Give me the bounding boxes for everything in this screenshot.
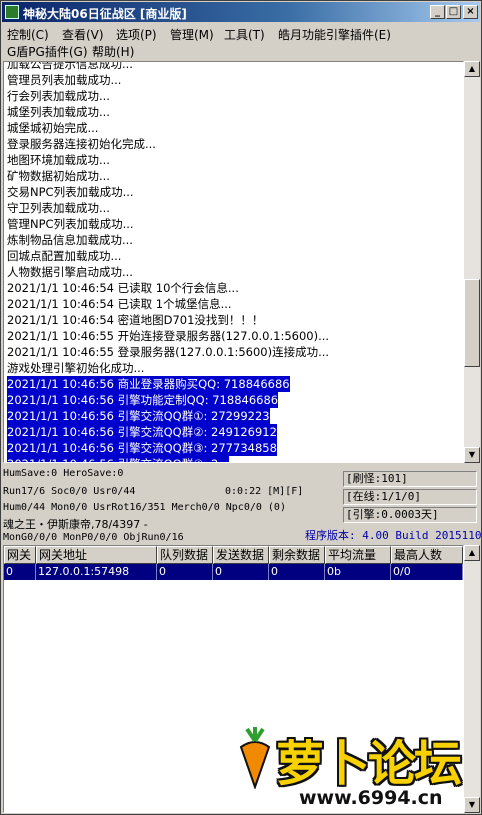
table-cell[interactable]: 0: [213, 564, 269, 580]
header-avg-traffic[interactable]: 平均流量: [325, 546, 391, 564]
log-line[interactable]: 城堡城初始完成...: [7, 120, 98, 136]
header-sent[interactable]: 发送数据: [213, 546, 269, 564]
scroll-down-icon[interactable]: ▼: [464, 447, 480, 463]
log-line[interactable]: 登录服务器连接初始化完成...: [7, 136, 156, 152]
table-cell[interactable]: 0: [269, 564, 325, 580]
log-line[interactable]: 2021/1/1 10:46:55 登录服务器(127.0.0.1:5600)连…: [7, 344, 329, 360]
menu-tools[interactable]: 工具(T): [224, 26, 265, 43]
status-panel: HumSave:0 HeroSave:0 Run17/6 Soc0/0 Usr0…: [3, 466, 482, 544]
log-line[interactable]: 加载公告提示信息成功...: [7, 62, 133, 72]
header-queue[interactable]: 队列数据: [157, 546, 213, 564]
window-title: 神秘大陆06日征战区 [商业版]: [23, 7, 187, 21]
minimize-button[interactable]: _: [430, 5, 445, 19]
menu-manage[interactable]: 管理(M): [170, 26, 214, 43]
log-line[interactable]: 2021/1/1 10:46:56 引擎功能定制QQ: 718846686: [7, 392, 279, 408]
log-line[interactable]: 行会列表加载成功...: [7, 88, 110, 104]
watermark-url: www.6994.cn: [299, 787, 443, 809]
status-time: 0:0:22 [M][F]: [225, 486, 304, 497]
menu-view[interactable]: 查看(V): [62, 26, 104, 43]
log-line[interactable]: 炼制物品信息加载成功...: [7, 232, 133, 248]
refresh-box: [刷怪:101]: [343, 471, 477, 487]
log-panel[interactable]: 加载公告提示信息成功... 管理员列表加载成功... 行会列表加载成功... 城堡列表…: [3, 61, 464, 463]
engine-box: [引擎:0.0003天]: [343, 507, 477, 523]
status-run: Run17/6 Soc0/0 Usr0/44: [3, 486, 136, 497]
scroll-up-icon[interactable]: ▲: [464, 545, 480, 561]
log-line[interactable]: 2021/1/1 10:46:56 商业登录器购买QQ: 718846686: [7, 376, 290, 392]
log-line[interactable]: 人物数据引擎启动成功...: [7, 264, 133, 280]
close-button[interactable]: ×: [463, 5, 478, 19]
menu-control[interactable]: 控制(C): [7, 26, 49, 43]
log-line[interactable]: 矿物数据初始成功...: [7, 168, 110, 184]
log-line[interactable]: 2021/1/1 10:46:56 引擎交流QQ群②: 249126912: [7, 424, 277, 440]
menu-gshield-plugin[interactable]: G盾PG插件(G): [7, 43, 88, 60]
log-line[interactable]: 城堡列表加载成功...: [7, 104, 110, 120]
status-save: HumSave:0 HeroSave:0: [3, 468, 124, 479]
header-gateway[interactable]: 网关: [4, 546, 36, 564]
online-box: [在线:1/1/0]: [343, 489, 477, 505]
status-mon: MonG0/0/0 MonP0/0/0 ObjRun0/16: [3, 532, 184, 543]
menu-help[interactable]: 帮助(H): [92, 43, 134, 60]
header-max-users[interactable]: 最高人数: [391, 546, 463, 564]
scroll-up-icon[interactable]: ▲: [464, 61, 480, 77]
table-cell[interactable]: 0/0: [391, 564, 463, 580]
menu-engine-plugin[interactable]: 皓月功能引擎插件(E): [278, 26, 391, 43]
log-line[interactable]: 2021/1/1 10:46:55 开始连接登录服务器(127.0.0.1:56…: [7, 328, 329, 344]
log-line[interactable]: 2021/1/1 10:46:54 已读取 1个城堡信息...: [7, 296, 232, 312]
log-line[interactable]: 2021/1/1 10:46:54 已读取 10个行会信息...: [7, 280, 239, 296]
table-cell[interactable]: 0: [157, 564, 213, 580]
table-cell[interactable]: 0: [4, 564, 36, 580]
log-line[interactable]: 游戏处理引擎初始化成功...: [7, 360, 144, 376]
log-line[interactable]: 交易NPC列表加载成功...: [7, 184, 134, 200]
watermark-logo: 萝卜论坛 www.6994.cn: [233, 723, 473, 811]
log-line[interactable]: 地图环境加载成功...: [7, 152, 110, 168]
log-line[interactable]: 管理员列表加载成功...: [7, 72, 121, 88]
log-line[interactable]: 2021/1/1 10:46:56 引擎交流QQ群③: 277734858: [7, 440, 277, 456]
app-icon: [5, 5, 19, 19]
table-cell[interactable]: 127.0.0.1:57498: [36, 564, 157, 580]
watermark-text: 萝卜论坛: [276, 736, 462, 792]
header-remaining[interactable]: 剩余数据: [269, 546, 325, 564]
menu-bar: 控制(C) 查看(V) 选项(P) 管理(M) 工具(T) 皓月功能引擎插件(E…: [2, 23, 480, 59]
table-cell[interactable]: 0b: [325, 564, 391, 580]
version-label: 程序版本: 4.00 Build 20151104: [305, 529, 482, 542]
header-address[interactable]: 网关地址: [36, 546, 157, 564]
log-line[interactable]: 管理NPC列表加载成功...: [7, 216, 134, 232]
title-bar[interactable]: 神秘大陆06日征战区 [商业版] _ □ ×: [2, 2, 480, 22]
status-hum: Hum0/44 Mon0/0 UsrRot16/351 Merch0/0 Npc…: [3, 502, 286, 513]
status-character: 魂之王・伊斯康帝,78/4397 -: [3, 518, 148, 531]
log-line[interactable]: 守卫列表加载成功...: [7, 200, 110, 216]
menu-options[interactable]: 选项(P): [116, 26, 157, 43]
scroll-thumb[interactable]: [464, 279, 480, 367]
log-scrollbar[interactable]: ▲ ▼: [464, 61, 480, 463]
log-line[interactable]: 回城点配置加载成功...: [7, 248, 121, 264]
carrot-icon: [239, 727, 271, 789]
log-line[interactable]: 2021/1/1 10:46:56 引擎交流QQ群④: 2...: [7, 456, 230, 462]
log-line[interactable]: 2021/1/1 10:46:54 密道地图D701没找到！！！: [7, 312, 263, 328]
log-line[interactable]: 2021/1/1 10:46:56 引擎交流QQ群①: 27299223: [7, 408, 270, 424]
maximize-button[interactable]: □: [446, 5, 461, 19]
main-window: 神秘大陆06日征战区 [商业版] _ □ × 控制(C) 查看(V) 选项(P)…: [0, 0, 482, 815]
